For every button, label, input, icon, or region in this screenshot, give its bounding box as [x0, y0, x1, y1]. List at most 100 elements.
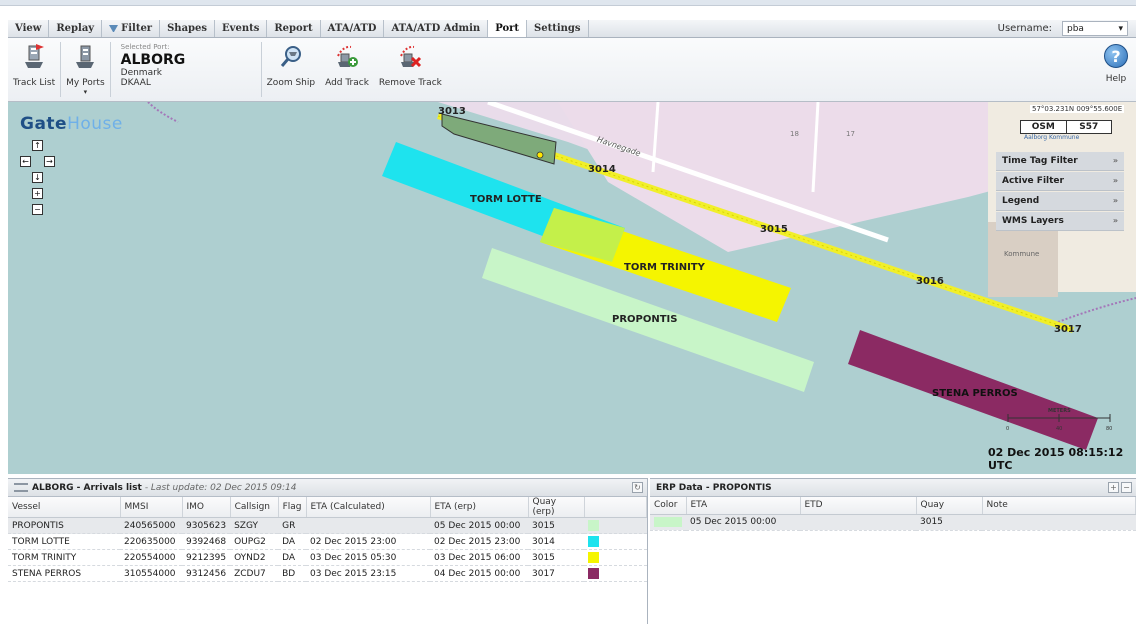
selected-port-country: Denmark: [120, 68, 163, 78]
my-ports-icon: [73, 44, 97, 70]
column-header[interactable]: Note: [982, 497, 1136, 515]
color-swatch: [588, 520, 599, 531]
arrivals-list-header: ALBORG - Arrivals list - Last update: 02…: [8, 479, 647, 497]
grid-icon: [14, 483, 28, 492]
wms-layers-panel[interactable]: WMS Layers »: [996, 212, 1124, 231]
column-header[interactable]: IMO: [182, 497, 231, 518]
legend-panel[interactable]: Legend »: [996, 192, 1124, 211]
remove-track-button[interactable]: Remove Track: [374, 38, 447, 101]
vessel-position-dot: [536, 151, 544, 159]
help-button[interactable]: ? Help: [1104, 44, 1128, 84]
column-header[interactable]: Callsign: [230, 497, 279, 518]
vessel-cell: STENA PERROS: [8, 565, 120, 582]
quay-cell: 3015: [916, 514, 982, 531]
column-header[interactable]: ETA: [686, 497, 801, 515]
window-top-strip: [0, 0, 1136, 6]
active-filter-panel[interactable]: Active Filter »: [996, 172, 1124, 191]
column-header[interactable]: Color: [650, 497, 687, 515]
column-header[interactable]: ETA (Calculated): [306, 497, 431, 518]
track-list-button[interactable]: Track List: [8, 38, 60, 101]
quay-label-3017: 3017: [1054, 324, 1082, 335]
table-row[interactable]: PROPONTIS 240565000 9305623 SZGY GR 05 D…: [8, 517, 647, 534]
mmsi-cell: 310554000: [120, 565, 182, 582]
column-header[interactable]: Quay (erp): [528, 497, 585, 518]
pan-up-button[interactable]: ↑: [32, 140, 43, 151]
add-track-button[interactable]: Add Track: [320, 38, 374, 101]
color-cell: [584, 517, 647, 534]
erp-data-header: ERP Data - PROPONTIS + −: [650, 479, 1136, 497]
panel-label: WMS Layers: [1002, 216, 1064, 226]
arrivals-title: ALBORG - Arrivals list: [32, 482, 142, 493]
tab-filter-label: Filter: [121, 23, 153, 34]
eta-erp-cell: 02 Dec 2015 23:00: [430, 533, 528, 550]
vessel-label-torm-trinity: TORM TRINITY: [624, 262, 705, 273]
tab-shapes[interactable]: Shapes: [160, 20, 216, 37]
column-header[interactable]: ETA (erp): [430, 497, 529, 518]
tab-settings[interactable]: Settings: [527, 20, 589, 37]
expand-icon: »: [1112, 176, 1118, 185]
flag-cell: GR: [278, 517, 306, 534]
scale-tick-label: 40: [1056, 426, 1063, 432]
callsign-cell: SZGY: [230, 517, 279, 534]
kommune-label: Kommune: [1004, 250, 1040, 258]
remove-icon[interactable]: −: [1121, 482, 1132, 493]
tab-port[interactable]: Port: [488, 20, 527, 37]
arrivals-header-row: Vessel MMSI IMO Callsign Flag ETA (Calcu…: [8, 497, 647, 518]
tab-ata-atd-admin[interactable]: ATA/ATD Admin: [384, 20, 489, 37]
kommune-small-label: Aalborg Kommune: [1024, 134, 1080, 141]
scale-title: METERS: [1048, 408, 1071, 414]
eta-calc-cell: 03 Dec 2015 05:30: [306, 549, 430, 566]
table-row[interactable]: 05 Dec 2015 00:00 3015: [650, 514, 1136, 531]
tab-replay[interactable]: Replay: [49, 20, 103, 37]
map-view[interactable]: GateHouse ↑ ← → ↓ + − 3013 3014 3015 301…: [8, 102, 1136, 474]
time-tag-filter-panel[interactable]: Time Tag Filter »: [996, 152, 1124, 171]
column-header[interactable]: Quay: [916, 497, 983, 515]
add-icon[interactable]: +: [1108, 482, 1119, 493]
color-cell: [584, 565, 647, 582]
tab-events[interactable]: Events: [215, 20, 268, 37]
color-swatch: [588, 568, 599, 579]
zoom-in-button[interactable]: +: [32, 188, 43, 199]
base-layer-switch[interactable]: OSM S57: [1020, 120, 1112, 134]
table-row[interactable]: TORM TRINITY 220554000 9212395 OYND2 DA …: [8, 549, 647, 566]
table-row[interactable]: TORM LOTTE 220635000 9392468 OUPG2 DA 02…: [8, 533, 647, 550]
coastline: [1057, 297, 1136, 323]
column-header[interactable]: ETD: [800, 497, 917, 515]
help-icon: ?: [1104, 44, 1128, 68]
pan-right-button[interactable]: →: [44, 156, 55, 167]
username-label: Username:: [997, 23, 1052, 34]
note-cell: [982, 514, 1136, 531]
flag-cell: DA: [278, 549, 306, 566]
erp-data-panel: ERP Data - PROPONTIS + − Color ETA ETD Q…: [650, 478, 1136, 624]
filter-icon: [109, 25, 119, 32]
username-select[interactable]: pba ▾: [1062, 21, 1128, 36]
zoom-ship-icon: [279, 44, 303, 70]
zoom-out-button[interactable]: −: [32, 204, 43, 215]
pan-down-button[interactable]: ↓: [32, 172, 43, 183]
flag-cell: BD: [278, 565, 306, 582]
column-header[interactable]: MMSI: [120, 497, 183, 518]
column-header[interactable]: Vessel: [8, 497, 121, 518]
pan-left-button[interactable]: ←: [20, 156, 31, 167]
scale-tick-label: 0: [1006, 426, 1010, 432]
tab-filter[interactable]: Filter: [102, 20, 161, 37]
refresh-icon[interactable]: ↻: [632, 482, 643, 493]
map-timestamp: 02 Dec 2015 08:15:12 UTC: [988, 446, 1124, 472]
username-value: pba: [1067, 23, 1084, 34]
block-label-18: 18: [790, 130, 799, 138]
building: [988, 222, 1058, 297]
tab-view[interactable]: View: [8, 20, 50, 37]
tab-report[interactable]: Report: [267, 20, 321, 37]
osm-layer-option[interactable]: OSM: [1021, 121, 1067, 133]
selected-port-name: ALBORG: [120, 52, 186, 68]
vessel-cell: PROPONTIS: [8, 517, 120, 534]
zoom-ship-button[interactable]: Zoom Ship: [262, 38, 320, 101]
block-label-17: 17: [846, 130, 855, 138]
table-row[interactable]: STENA PERROS 310554000 9312456 ZCDU7 BD …: [8, 565, 647, 582]
coastline: [147, 102, 179, 123]
my-ports-button[interactable]: My Ports ▾: [61, 38, 109, 101]
tab-ata-atd[interactable]: ATA/ATD: [321, 20, 385, 37]
s57-layer-option[interactable]: S57: [1067, 121, 1112, 133]
column-header[interactable]: Flag: [278, 497, 307, 518]
add-track-icon: [335, 44, 359, 70]
